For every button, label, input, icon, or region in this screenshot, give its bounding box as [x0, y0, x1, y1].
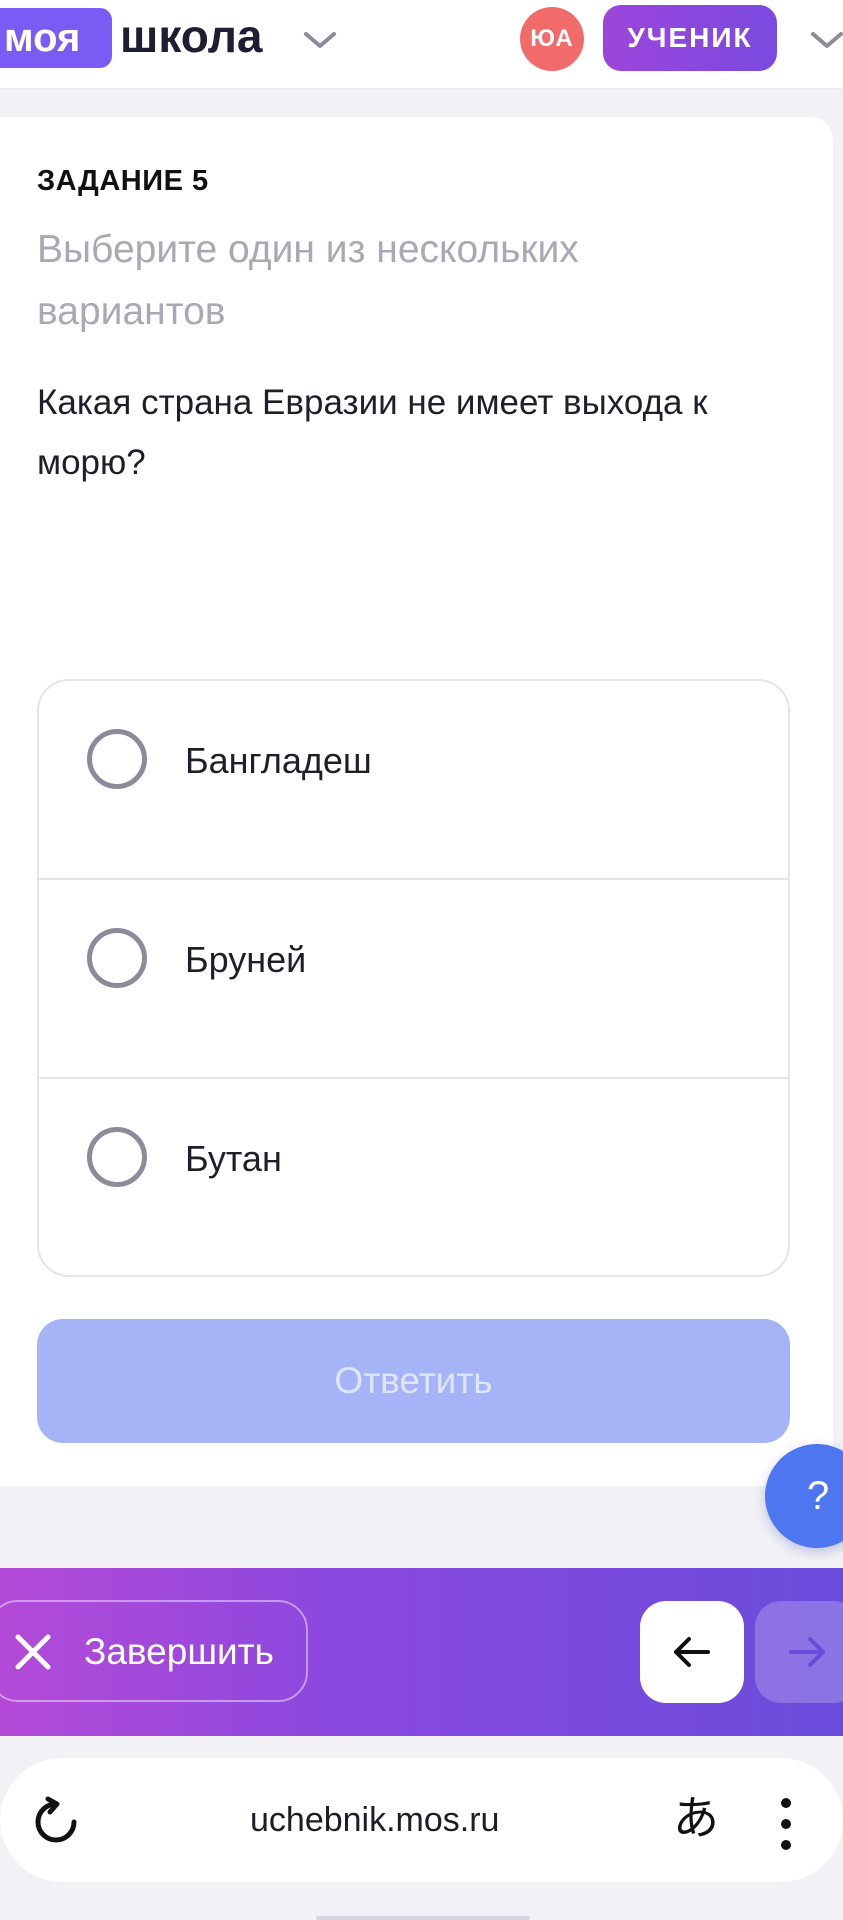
user-avatar[interactable]: ЮА: [520, 7, 584, 71]
previous-task-button[interactable]: [640, 1601, 744, 1703]
submit-answer-button[interactable]: Ответить: [37, 1319, 790, 1443]
logo-shkola[interactable]: школа: [120, 6, 263, 66]
translate-icon[interactable]: あ: [673, 1788, 719, 1848]
answer-option-label: Бангладеш: [185, 740, 372, 781]
browser-toolbar: uchebnik.mos.ru あ: [0, 1736, 843, 1920]
finish-button[interactable]: Завершить: [0, 1600, 308, 1702]
answer-option[interactable]: Бангладеш: [39, 681, 788, 880]
url-text[interactable]: uchebnik.mos.ru: [250, 1798, 499, 1842]
quiz-action-bar: Завершить: [0, 1568, 843, 1736]
role-switch-button[interactable]: УЧЕНИК: [603, 5, 777, 71]
radio-button[interactable]: [87, 928, 147, 988]
home-indicator: [316, 1916, 530, 1920]
next-task-button[interactable]: [755, 1601, 843, 1703]
arrow-left-icon: [674, 1637, 710, 1667]
radio-button[interactable]: [87, 1127, 147, 1187]
answer-option[interactable]: Бутан: [39, 1079, 788, 1275]
more-options-icon[interactable]: [776, 1798, 796, 1850]
task-number: ЗАДАНИЕ 5: [37, 165, 209, 197]
app-header: моя школа ЮА УЧЕНИК: [0, 0, 843, 89]
answer-option-label: Бутан: [185, 1138, 282, 1179]
reload-icon[interactable]: [30, 1796, 82, 1848]
task-card: ЗАДАНИЕ 5 Выберите один из нескольких ва…: [0, 117, 833, 1486]
answer-option-label: Бруней: [185, 939, 307, 980]
answer-options: Бангладеш Бруней Бутан: [37, 679, 790, 1277]
role-chevron-down-icon[interactable]: [810, 30, 843, 50]
address-bar[interactable]: uchebnik.mos.ru あ: [0, 1758, 843, 1882]
logo-moya[interactable]: моя: [0, 8, 112, 68]
arrow-right-icon: [789, 1637, 825, 1667]
question-text: Какая страна Евразии не имеет выхода к м…: [37, 383, 708, 482]
task-instruction: Выберите один из нескольких вариантов: [37, 228, 579, 333]
finish-button-label: Завершить: [84, 1631, 274, 1672]
answer-option[interactable]: Бруней: [39, 880, 788, 1079]
radio-button[interactable]: [87, 729, 147, 789]
chevron-down-icon[interactable]: [303, 30, 337, 50]
close-icon: [15, 1634, 51, 1670]
